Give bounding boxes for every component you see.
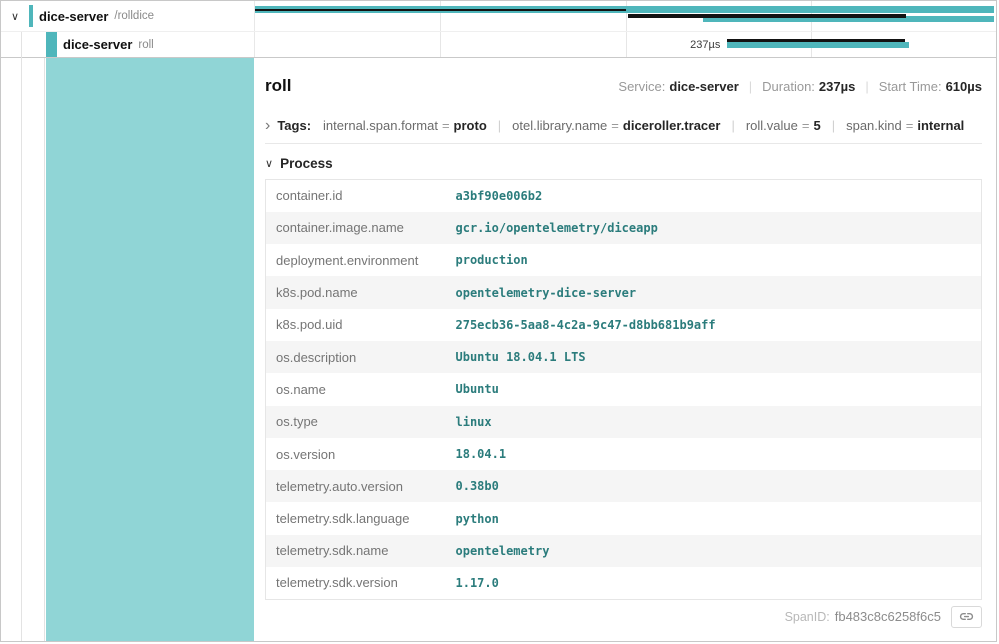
tags-accordion[interactable]: › Tags: internal.span.format=proto | ote… (265, 118, 982, 144)
span-name-column[interactable]: dice-server roll (1, 32, 254, 57)
timeline-area: 237µs (254, 32, 996, 57)
selected-span-color-block (46, 58, 254, 641)
separator: | (832, 118, 835, 133)
spanid-value: fb483c8c6258f6c5 (835, 609, 941, 624)
table-row: telemetry.sdk.nameopentelemetry (266, 535, 982, 567)
span-name-column[interactable]: ∨ dice-server /rolldice (1, 1, 254, 31)
process-key: os.description (266, 341, 446, 373)
process-key: telemetry.auto.version (266, 470, 446, 502)
timeline-gridline (440, 32, 441, 57)
process-value: Ubuntu (446, 373, 982, 405)
process-value: production (446, 244, 982, 276)
minimap-bar (628, 14, 906, 18)
span-summary: Service: dice-server | Duration: 237µs | Start… (618, 79, 982, 94)
process-value: Ubuntu 18.04.1 LTS (446, 341, 982, 373)
span-color-bar (29, 5, 33, 27)
process-value: 275ecb36-5aa8-4c2a-9c47-d8bb681b9aff (446, 309, 982, 341)
separator: | (498, 118, 501, 133)
span-title: roll (265, 76, 291, 96)
start-time-label: Start Time: (879, 79, 942, 94)
span-operation-name[interactable]: roll (138, 39, 153, 51)
span-bar-roll[interactable] (727, 42, 909, 48)
separator: | (749, 79, 752, 94)
process-key: telemetry.sdk.language (266, 502, 446, 534)
process-key: os.version (266, 438, 446, 470)
process-value: 1.17.0 (446, 567, 982, 599)
span-duration-label: 237µs (626, 39, 721, 51)
process-accordion[interactable]: ∨ Process (265, 156, 982, 171)
table-row: container.ida3bf90e006b2 (266, 180, 982, 212)
tree-guide-line (44, 58, 45, 641)
deep-link-button[interactable] (951, 606, 982, 628)
process-key: telemetry.sdk.version (266, 567, 446, 599)
service-label: Service: (618, 79, 665, 94)
trace-detail-view: ∨ dice-server /rolldice dice-server roll… (0, 0, 997, 642)
tree-guide-line (21, 32, 22, 641)
process-value: opentelemetry (446, 535, 982, 567)
process-kv-table: container.ida3bf90e006b2 container.image… (265, 179, 982, 600)
detail-header: roll Service: dice-server | Duration: 237µs |… (265, 76, 982, 102)
tags-label: Tags: (277, 118, 311, 133)
process-value: python (446, 502, 982, 534)
process-key: deployment.environment (266, 244, 446, 276)
process-value: a3bf90e006b2 (446, 180, 982, 212)
collapse-chevron-icon[interactable]: ∨ (9, 10, 21, 23)
table-row: container.image.namegcr.io/opentelemetry… (266, 212, 982, 244)
table-row: k8s.pod.uid275ecb36-5aa8-4c2a-9c47-d8bb6… (266, 309, 982, 341)
spanid-label: SpanID: (785, 610, 830, 624)
service-value: dice-server (669, 79, 738, 94)
table-row: os.descriptionUbuntu 18.04.1 LTS (266, 341, 982, 373)
table-row: os.typelinux (266, 406, 982, 438)
duration-label: Duration: (762, 79, 815, 94)
process-value: 18.04.1 (446, 438, 982, 470)
span-row-roll[interactable]: dice-server roll 237µs (1, 32, 996, 58)
table-row: telemetry.auto.version0.38b0 (266, 470, 982, 502)
process-label: Process (280, 156, 333, 171)
tag-item: roll.value=5 (746, 118, 821, 133)
table-row: deployment.environmentproduction (266, 244, 982, 276)
process-key: k8s.pod.uid (266, 309, 446, 341)
process-value: gcr.io/opentelemetry/diceapp (446, 212, 982, 244)
span-row-rolldice[interactable]: ∨ dice-server /rolldice (1, 1, 996, 32)
table-row: k8s.pod.nameopentelemetry-dice-server (266, 276, 982, 308)
process-key: os.type (266, 406, 446, 438)
process-key: container.image.name (266, 212, 446, 244)
process-value: linux (446, 406, 982, 438)
tag-item: span.kind=internal (846, 118, 964, 133)
start-time-value: 610µs (946, 79, 982, 94)
table-row: os.nameUbuntu (266, 373, 982, 405)
span-operation-name[interactable]: /rolldice (114, 10, 154, 22)
chevron-right-icon: › (265, 119, 270, 132)
process-key: k8s.pod.name (266, 276, 446, 308)
process-value: opentelemetry-dice-server (446, 276, 982, 308)
table-row: telemetry.sdk.languagepython (266, 502, 982, 534)
link-icon (959, 609, 974, 624)
span-service-name[interactable]: dice-server (63, 37, 132, 52)
separator: | (865, 79, 868, 94)
detail-footer: SpanID: fb483c8c6258f6c5 (265, 606, 982, 628)
process-key: os.name (266, 373, 446, 405)
process-key: container.id (266, 180, 446, 212)
span-service-name[interactable]: dice-server (39, 9, 108, 24)
process-key: telemetry.sdk.name (266, 535, 446, 567)
chevron-down-icon: ∨ (265, 157, 273, 170)
tag-item: otel.library.name=diceroller.tracer (512, 118, 720, 133)
process-value: 0.38b0 (446, 470, 982, 502)
timeline-area (254, 1, 996, 31)
minimap-bar (255, 9, 626, 11)
table-row: os.version18.04.1 (266, 438, 982, 470)
table-row: telemetry.sdk.version1.17.0 (266, 567, 982, 599)
separator: | (731, 118, 734, 133)
tag-item: internal.span.format=proto (323, 118, 487, 133)
duration-value: 237µs (819, 79, 855, 94)
span-color-bar (46, 32, 57, 57)
span-detail-panel: roll Service: dice-server | Duration: 237µs |… (254, 58, 996, 641)
